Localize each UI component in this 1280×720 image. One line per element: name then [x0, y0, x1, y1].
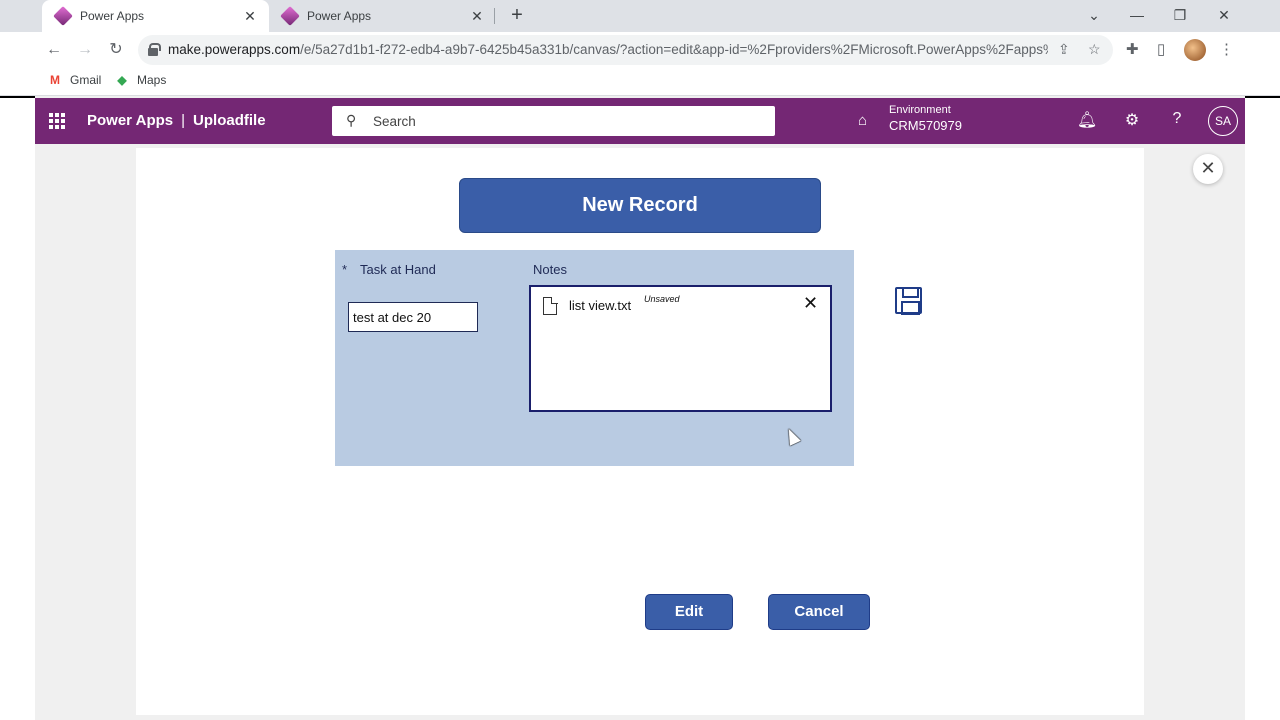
- powerapps-favicon-icon: [280, 6, 300, 26]
- search-input[interactable]: ⚲ Search: [332, 106, 775, 136]
- user-avatar[interactable]: SA: [1208, 106, 1238, 136]
- app-title: Power Apps | Uploadfile: [87, 112, 266, 129]
- browser-menu-icon[interactable]: ⋮: [1219, 40, 1234, 58]
- new-record-title[interactable]: New Record: [459, 178, 821, 233]
- address-bar[interactable]: make.powerapps.com/e/5a27d1b1-f272-edb4-…: [138, 35, 1113, 65]
- edit-button[interactable]: Edit: [645, 594, 733, 630]
- side-panel-icon[interactable]: ▯: [1157, 40, 1165, 58]
- remove-attachment-icon[interactable]: ✕: [803, 293, 818, 314]
- browser-tab[interactable]: Power Apps ✕: [269, 0, 494, 32]
- profile-avatar[interactable]: [1184, 39, 1206, 61]
- notes-attachments-control[interactable]: list view.txt Unsaved ✕: [529, 285, 832, 412]
- bookmarks-bar: M Gmail ◆ Maps: [0, 68, 1280, 96]
- tab-separator: [494, 8, 495, 24]
- tab-close-icon[interactable]: ✕: [240, 8, 260, 25]
- task-at-hand-input[interactable]: [348, 302, 478, 332]
- gmail-icon: M: [50, 73, 60, 87]
- title-separator: |: [181, 112, 186, 129]
- page-margin-left: [0, 98, 35, 720]
- reload-icon[interactable]: ↻: [104, 38, 128, 62]
- notes-label: Notes: [533, 262, 567, 277]
- browser-tab-bar: Power Apps ✕ Power Apps ✕ + ⌄ — ❐ ✕: [0, 0, 1280, 32]
- page-margin-right: [1245, 98, 1280, 720]
- restore-icon[interactable]: ❐: [1160, 4, 1200, 28]
- browser-toolbar: ← → ↻ make.powerapps.com/e/5a27d1b1-f272…: [0, 32, 1280, 68]
- app-launcher-icon[interactable]: [49, 113, 65, 129]
- tab-search-chevron-icon[interactable]: ⌄: [1074, 4, 1114, 28]
- maps-icon: ◆: [117, 73, 127, 87]
- lock-icon: [148, 43, 161, 56]
- save-icon[interactable]: [895, 287, 922, 315]
- tab-title: Power Apps: [307, 9, 372, 23]
- environment-label: Environment: [889, 104, 951, 116]
- close-preview-icon[interactable]: ✕: [1193, 154, 1223, 184]
- help-icon[interactable]: ?: [1166, 110, 1188, 128]
- new-tab-button[interactable]: +: [506, 4, 528, 28]
- environment-icon[interactable]: ⌂: [858, 112, 867, 129]
- environment-value[interactable]: CRM570979: [889, 118, 962, 133]
- bookmark-maps[interactable]: ◆ Maps: [115, 73, 166, 87]
- forward-arrow-icon[interactable]: →: [73, 38, 97, 62]
- required-marker: *: [342, 262, 348, 277]
- share-icon[interactable]: ⇪: [1058, 41, 1070, 58]
- powerapps-favicon-icon: [53, 6, 73, 26]
- bookmark-star-icon[interactable]: ☆: [1088, 41, 1101, 58]
- minimize-icon[interactable]: —: [1117, 4, 1157, 28]
- notifications-bell-icon[interactable]: 🔔︎: [1076, 110, 1098, 130]
- task-at-hand-label: Task at Hand: [360, 262, 436, 277]
- back-arrow-icon[interactable]: ←: [42, 38, 66, 62]
- tab-close-icon[interactable]: ✕: [467, 8, 487, 25]
- app-name: Uploadfile: [193, 112, 266, 129]
- url-text[interactable]: make.powerapps.com/e/5a27d1b1-f272-edb4-…: [168, 42, 1048, 57]
- cancel-button[interactable]: Cancel: [768, 594, 870, 630]
- window-close-icon[interactable]: ✕: [1204, 4, 1244, 28]
- extensions-puzzle-icon[interactable]: ✚: [1126, 40, 1139, 58]
- file-icon: [543, 296, 558, 315]
- search-icon: ⚲: [346, 112, 357, 128]
- tab-title: Power Apps: [80, 9, 145, 23]
- search-placeholder: Search: [373, 114, 416, 129]
- powerapps-header: Power Apps | Uploadfile ⚲ Search ⌂ Environ…: [35, 98, 1245, 144]
- attachment-file-name[interactable]: list view.txt: [569, 298, 631, 313]
- attachment-status: Unsaved: [644, 294, 680, 304]
- powerapps-home-link[interactable]: Power Apps: [87, 112, 173, 129]
- browser-tab-active[interactable]: Power Apps ✕: [42, 0, 269, 32]
- settings-gear-icon[interactable]: ⚙: [1121, 110, 1143, 130]
- bookmark-gmail[interactable]: M Gmail: [48, 73, 101, 87]
